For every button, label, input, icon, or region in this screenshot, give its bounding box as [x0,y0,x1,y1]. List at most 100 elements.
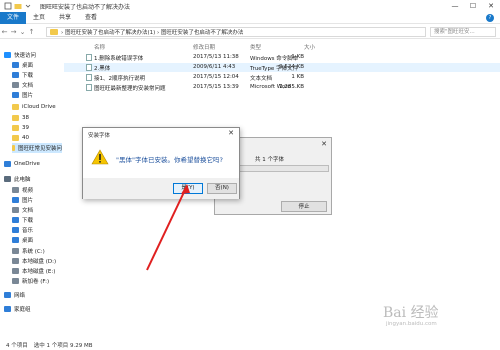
folder-icon [50,29,58,35]
file-row[interactable]: 接1、2顺序执行说明 2017/5/15 12:04 文本文档 1 KB [64,73,500,82]
selection-info: 选中 1 个项目 9.29 MB [33,342,93,349]
sidebar-item-label: 家庭组 [14,307,31,313]
column-header: 名称 修改日期 类型 大小 [64,41,500,51]
sidebar-item[interactable]: 桌面 [12,60,62,70]
back-arrow-icon[interactable]: ← [0,28,9,36]
sidebar-item[interactable]: 下载 [12,215,62,225]
sidebar-item[interactable]: 音乐 [12,225,62,235]
address-bar[interactable]: › 图旺旺安装了也启动不了解决办法(1) › 图旺旺安装了也启动不了解决办法 [46,27,426,37]
sidebar-item[interactable]: 文档 [12,205,62,215]
sidebar-item[interactable]: 家庭组 [4,304,62,314]
minimize-button[interactable]: — [446,0,464,12]
sidebar-item[interactable]: 网络 [4,290,62,300]
sidebar-item[interactable]: 此电脑 [4,174,62,184]
file-row[interactable]: 图旺旺最新整理的安装常问题 2017/5/15 13:39 Microsoft Wo… [64,83,500,92]
sidebar-item-label: 文档 [22,208,34,214]
sidebar-item-icon [12,135,19,141]
sidebar-item-label: 40 [22,135,29,141]
sidebar-item-label: 下载 [22,218,34,224]
close-icon[interactable]: ✕ [321,140,327,148]
file-size: 1 KB [291,54,304,60]
dialog-body: "黑体"字体已安装。你希望替换它吗? [83,140,239,178]
sidebar-item-icon [4,52,11,58]
sidebar-item[interactable]: iCloud Drive [12,102,62,112]
file-row[interactable]: 2.黑体 2009/6/11 4:43 TrueType 字体文件 9,524 KB [64,63,500,72]
sidebar-item-label: 网络 [14,293,26,299]
file-name: 1.删除系统错误字体 [94,56,144,62]
file-name: 2.黑体 [94,66,111,72]
progress-text: 共 1 个字体 [255,157,284,163]
sidebar-item[interactable]: 新加卷 (F:) [12,276,62,286]
sidebar-item-icon [12,187,19,193]
no-button[interactable]: 否(N) [207,183,237,194]
sidebar-item-label: 39 [22,125,29,131]
sidebar-item-icon [12,115,19,121]
file-size: 9,524 KB [279,64,304,70]
close-button[interactable]: ✕ [482,0,500,12]
column-date[interactable]: 修改日期 [193,43,215,51]
up-arrow-icon[interactable]: ↑ [27,28,36,36]
sidebar-item-icon [12,104,19,110]
watermark-url: jingyan.baidu.com [386,321,437,327]
file-icon [86,84,92,91]
recent-dropdown-icon[interactable]: ⌄ [18,28,27,36]
sidebar-item-icon [12,125,19,131]
column-name[interactable]: 名称 [94,43,105,51]
navigation-bar: ← → ⌄ ↑ › 图旺旺安装了也启动不了解决办法(1) › 图旺旺安装了也启动… [0,25,500,39]
file-row[interactable]: 1.删除系统错误字体 2017/5/13 11:38 Windows 命令脚本 1 K… [64,53,500,62]
tab-home[interactable]: 主页 [26,12,52,24]
sidebar-item-label: 桌面 [22,63,34,69]
maximize-button[interactable]: ☐ [464,0,482,12]
help-icon[interactable]: ? [486,14,494,22]
sidebar-item[interactable]: 38 [12,113,62,123]
sidebar-item-label: 文档 [22,83,34,89]
dialog-message: "黑体"字体已安装。你希望替换它吗? [116,156,223,164]
sidebar-item[interactable]: 视频 [12,185,62,195]
sidebar-item[interactable]: OneDrive [4,159,62,169]
sidebar-item[interactable]: 图片 [12,90,62,100]
window-title: 图旺旺安装了也启动不了解决办法 [40,3,131,11]
sidebar-item-icon [12,258,19,264]
navigation-pane: 快速访问 桌面 下载 文档 图片 iCloud Drive 38 39 40 图旺旺常见安装问 On… [0,40,62,340]
yes-button[interactable]: 是(Y) [173,183,203,194]
dialog-footer: 是(Y) 否(N) [83,178,239,199]
sidebar-item-icon [12,278,19,284]
search-input[interactable]: 搜索"图旺旺安... [430,27,496,37]
sidebar-item-label: 音乐 [22,228,34,234]
sidebar-item-label: 图片 [22,198,34,204]
file-size: 1,285 KB [279,84,304,90]
file-date: 2017/5/13 11:38 [193,54,239,60]
folder-icon[interactable] [14,2,22,10]
sidebar-item[interactable]: 图旺旺常见安装问 [12,143,62,153]
sidebar-item-label: 下载 [22,73,34,79]
sidebar-item-label: 本地磁盘 (E:) [22,269,56,275]
save-icon[interactable] [4,2,12,10]
sidebar-item-icon [12,268,19,274]
sidebar-item[interactable]: 40 [12,133,62,143]
sidebar-item[interactable]: 文档 [12,80,62,90]
forward-arrow-icon[interactable]: → [9,28,18,36]
tab-file[interactable]: 文件 [0,11,27,24]
status-bar: 4 个项目 选中 1 个项目 9.29 MB [0,339,500,350]
sidebar-item[interactable]: 桌面 [12,235,62,245]
column-type[interactable]: 类型 [250,43,261,51]
warning-icon [91,149,109,165]
title-bar: 图旺旺安装了也启动不了解决办法 — ☐ ✕ [0,0,500,12]
sidebar-item[interactable]: 图片 [12,195,62,205]
baidu-jingyan-logo: Bai 经验 [383,305,439,321]
column-size[interactable]: 大小 [304,43,315,51]
close-icon[interactable]: ✕ [228,129,234,137]
stop-button[interactable]: 停止 [281,201,327,212]
tab-share[interactable]: 共享 [52,12,78,24]
tab-view[interactable]: 查看 [78,12,104,24]
sidebar-item-icon [12,227,19,233]
sidebar-item[interactable]: 系统 (C:) [12,246,62,256]
sidebar-item[interactable]: 下载 [12,70,62,80]
sidebar-item-label: 38 [22,115,29,121]
sidebar-item[interactable]: 本地磁盘 (D:) [12,256,62,266]
sidebar-item[interactable]: 本地磁盘 (E:) [12,266,62,276]
sidebar-item[interactable]: 快速访问 [4,50,62,60]
sidebar-item[interactable]: 39 [12,123,62,133]
sidebar-item-icon [4,161,11,167]
dropdown-icon[interactable] [24,2,32,10]
